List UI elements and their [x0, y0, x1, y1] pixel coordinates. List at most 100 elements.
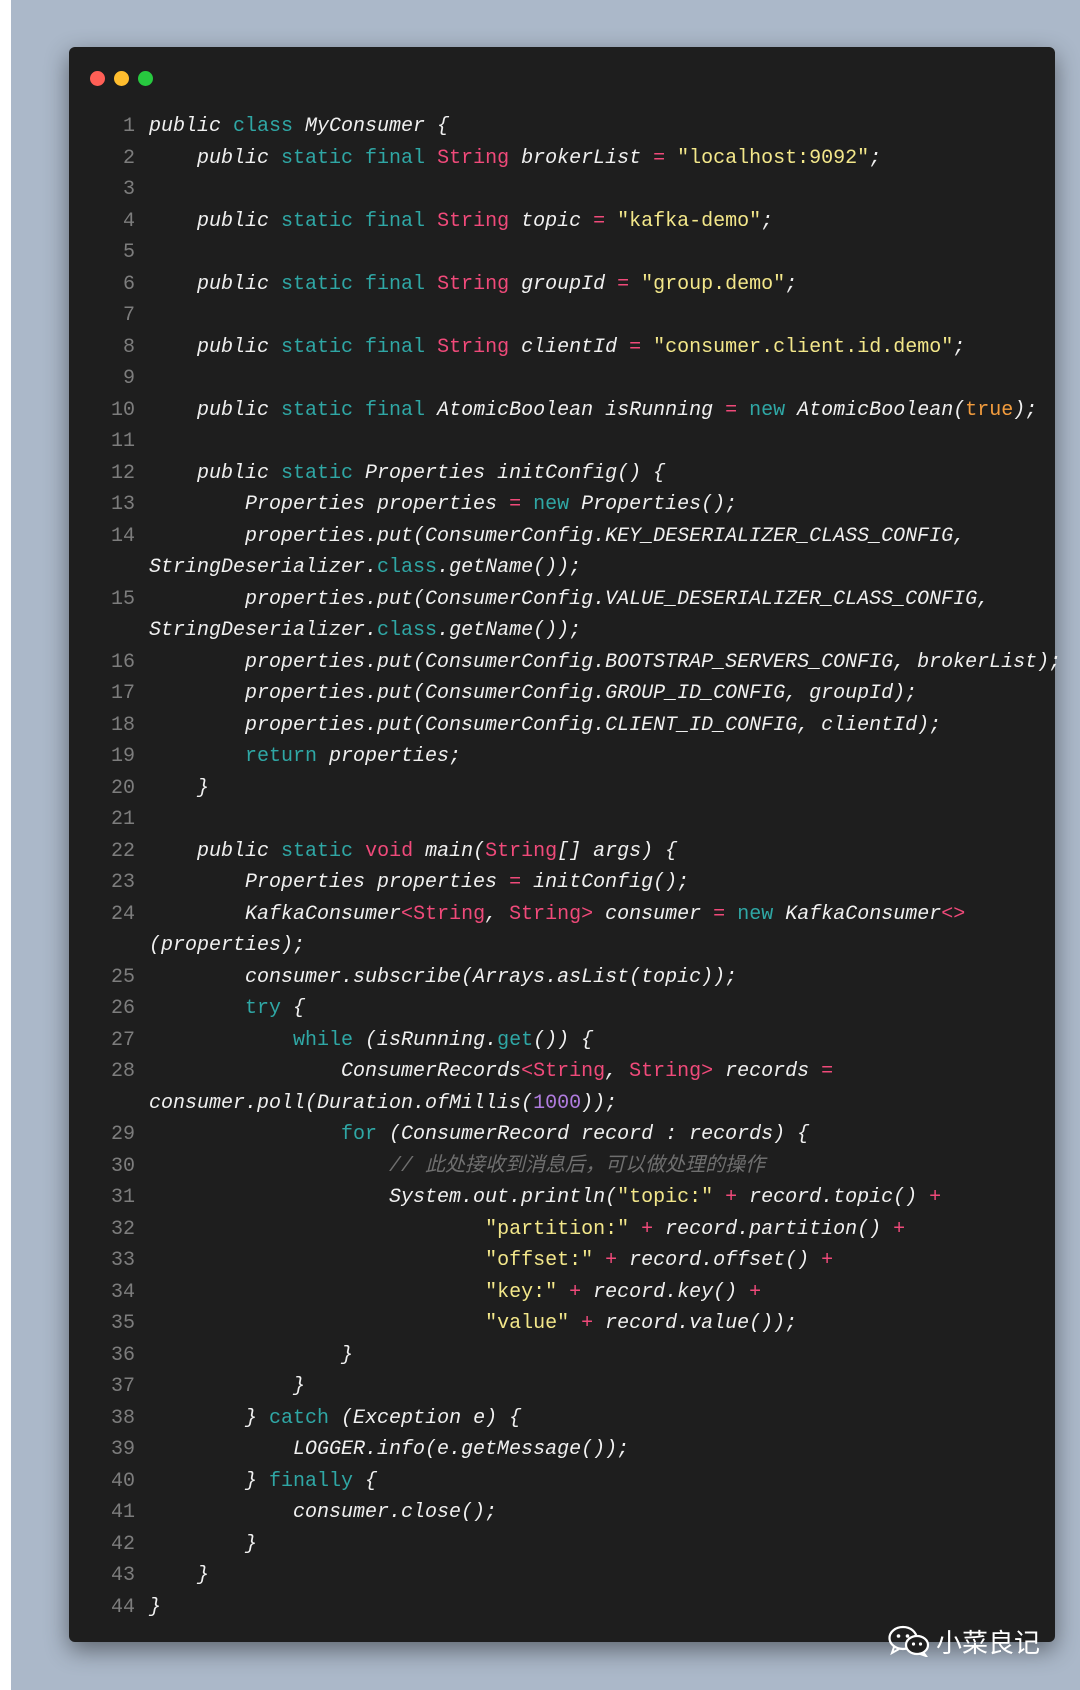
- code-token: >: [581, 902, 594, 926]
- code-token: "topic:": [617, 1186, 714, 1209]
- code-token: LOGGER.info(e.getMessage());: [149, 1438, 630, 1461]
- line-text: Properties properties = initConfig();: [149, 867, 1035, 899]
- code-token: }: [149, 1564, 210, 1587]
- line-number: 33: [110, 1249, 135, 1272]
- code-token: }: [149, 1532, 258, 1556]
- code-token: +: [821, 1249, 834, 1272]
- code-token: =: [653, 146, 666, 170]
- line-text: (properties);: [149, 930, 1035, 962]
- code-token: consumer: [593, 902, 714, 926]
- code-token: ;: [869, 146, 882, 170]
- close-window-dot[interactable]: [90, 71, 105, 86]
- code-token: }: [149, 1343, 354, 1367]
- line-text: properties.put(ConsumerConfig.KEY_DESERI…: [149, 521, 1035, 553]
- code-token: static final: [281, 209, 426, 233]
- code-token: get: [497, 1028, 534, 1052]
- line-number: 7: [122, 304, 135, 327]
- code-token: clientId: [509, 335, 630, 359]
- code-token: +: [581, 1312, 594, 1335]
- line-text: }: [149, 773, 1035, 805]
- code-token: AtomicBoolean(: [785, 398, 966, 422]
- code-token: static final: [281, 398, 426, 422]
- code-token: properties.put(ConsumerConfig.BOOTSTRAP_…: [149, 650, 1062, 674]
- line-number: 27: [110, 1028, 135, 1052]
- line-text: }: [149, 1560, 1035, 1592]
- minimize-window-dot[interactable]: [114, 71, 129, 86]
- line-text: properties.put(ConsumerConfig.BOOTSTRAP_…: [149, 647, 1061, 679]
- line-text: LOGGER.info(e.getMessage());: [149, 1434, 1035, 1466]
- zoom-window-dot[interactable]: [138, 71, 153, 86]
- line-text: [149, 237, 1035, 269]
- line-number: 31: [110, 1186, 135, 1209]
- line-text: for (ConsumerRecord record : records) {: [149, 1119, 1035, 1151]
- code-token: String: [437, 209, 510, 233]
- line-number: 16: [110, 650, 135, 674]
- code-token: =: [629, 335, 642, 359]
- line-number: 21: [110, 808, 135, 831]
- line-number: 34: [110, 1280, 135, 1304]
- code-token: StringDeserializer.: [149, 556, 378, 579]
- line-number: 18: [110, 713, 135, 737]
- code-token: }: [149, 1375, 306, 1398]
- line-text: try {: [149, 993, 1035, 1025]
- code-line: 35 "value" + record.value());: [91, 1308, 1035, 1340]
- code-token: initConfig();: [521, 871, 690, 894]
- code-line: 16 properties.put(ConsumerConfig.BOOTSTR…: [91, 647, 1061, 679]
- line-text: // 此处接收到消息后，可以做处理的操作: [149, 1151, 1035, 1183]
- line-text: ConsumerRecords<String, String> records …: [149, 1056, 1035, 1088]
- code-token: true: [965, 398, 1014, 422]
- code-token: {: [353, 1469, 378, 1493]
- line-text: }: [149, 1371, 1035, 1403]
- code-token: +: [929, 1186, 942, 1209]
- line-text: properties.put(ConsumerConfig.CLIENT_ID_…: [149, 710, 1035, 742]
- line-text: consumer.close();: [149, 1497, 1035, 1529]
- code-token: KafkaConsumer: [149, 902, 402, 926]
- line-number: 1: [122, 115, 135, 138]
- line-text: } finally {: [149, 1466, 1035, 1498]
- code-token: [] args) {: [557, 839, 678, 863]
- code-token: new: [749, 398, 786, 422]
- code-token: String: [629, 1060, 702, 1083]
- code-token: String: [413, 902, 486, 926]
- code-token: record.key(): [581, 1280, 750, 1304]
- line-text: [149, 300, 1035, 332]
- code-token: +: [641, 1217, 654, 1241]
- line-number: 3: [122, 178, 135, 201]
- line-text: public class MyConsumer {: [149, 111, 1035, 143]
- code-line: 31 System.out.println("topic:" + record.…: [91, 1182, 1035, 1214]
- code-line: 26 try {: [91, 993, 1035, 1025]
- code-line: 11: [91, 426, 1035, 458]
- code-token: >: [701, 1060, 714, 1083]
- code-token: Properties properties: [149, 493, 510, 516]
- line-text: public static final String brokerList = …: [149, 143, 1035, 175]
- code-token: "kafka-demo": [617, 209, 762, 233]
- code-token: +: [569, 1280, 582, 1304]
- code-token: record.topic(): [737, 1186, 930, 1209]
- page-background: 1 public class MyConsumer {2 public stati…: [11, 0, 1080, 1690]
- line-text: System.out.println("topic:" + record.top…: [149, 1182, 1035, 1214]
- line-text: while (isRunning.get()) {: [149, 1025, 1035, 1057]
- line-text: "key:" + record.key() +: [149, 1277, 1035, 1309]
- code-token: consumer.close();: [149, 1501, 498, 1524]
- window-controls: [90, 71, 162, 87]
- code-token: public: [149, 146, 282, 170]
- code-token: );: [1013, 398, 1038, 422]
- watermark-text: 小菜良记: [936, 1628, 1041, 1659]
- line-number: 12: [110, 461, 135, 485]
- code-line: 21: [91, 804, 1035, 836]
- wechat-icon: [888, 1625, 930, 1657]
- line-number: 44: [110, 1595, 135, 1619]
- line-number: 40: [110, 1469, 135, 1493]
- line-text: StringDeserializer.class.getName());: [149, 615, 1035, 647]
- code-token: <: [401, 902, 414, 926]
